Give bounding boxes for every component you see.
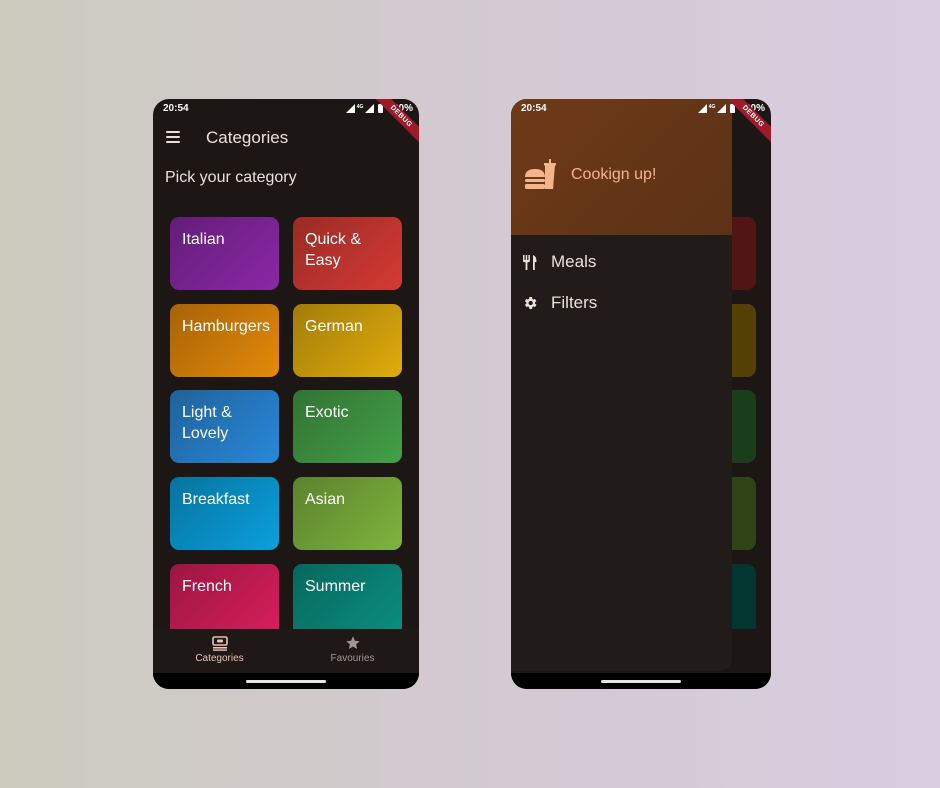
network-label: 4G [708,103,716,110]
nav-label-categories: Categories [195,653,244,664]
category-tile[interactable]: German [293,304,402,377]
category-tile[interactable]: Breakfast [170,477,279,550]
drawer-item-label: Filters [551,293,598,312]
app-bar: Categories [153,119,419,155]
gesture-navigation [511,673,771,689]
phone-categories-screen: 20:54 4G 100% DEBUG Categories Pick your… [153,99,419,689]
category-tile[interactable]: Light & Lovely [170,390,279,463]
nav-label-favourites: Favouries [330,653,375,664]
gesture-handle[interactable] [246,680,326,683]
category-tile[interactable]: Asian [293,477,402,550]
signal-icon [365,104,375,113]
restaurant-icon [523,255,537,270]
status-time: 20:54 [163,103,189,114]
signal-icon [345,104,355,113]
gesture-handle[interactable] [601,680,681,683]
menu-icon[interactable] [166,131,180,143]
category-tile[interactable]: Summer [293,564,402,629]
category-tile[interactable]: Hamburgers [170,304,279,377]
category-tile[interactable]: French [170,564,279,629]
nav-item-favourites[interactable]: Favouries [286,629,419,673]
gesture-navigation [153,673,419,689]
signal-icon [697,104,707,113]
category-tile[interactable]: Italian [170,217,279,290]
network-label: 4G [356,103,364,110]
fastfood-icon [525,159,556,189]
bottom-navigation: Categories Favouries [153,629,419,673]
drawer-title: Cookign up! [571,166,657,183]
drawer-item-meals[interactable]: Meals [511,245,732,279]
phone-drawer-screen: Cookign up! Meals Filters 20:54 4G DEBUG [511,99,771,689]
star-icon [345,636,360,649]
category-grid: Italian Quick & Easy Hamburgers German Light… [170,217,402,629]
drawer-item-label: Meals [551,252,597,271]
set-meal-icon [211,636,228,651]
nav-item-categories[interactable]: Categories [153,629,286,673]
page-title: Categories [206,128,289,147]
settings-icon [524,297,537,309]
category-subtitle: Pick your category [165,169,297,186]
category-tile[interactable]: Quick & Easy [293,217,402,290]
drawer-item-filters[interactable]: Filters [511,286,732,320]
drawer-header: Cookign up! [511,99,732,235]
navigation-drawer: Cookign up! Meals Filters [511,99,732,671]
signal-icon [717,104,727,113]
category-tile[interactable]: Exotic [293,390,402,463]
status-time: 20:54 [521,103,547,114]
